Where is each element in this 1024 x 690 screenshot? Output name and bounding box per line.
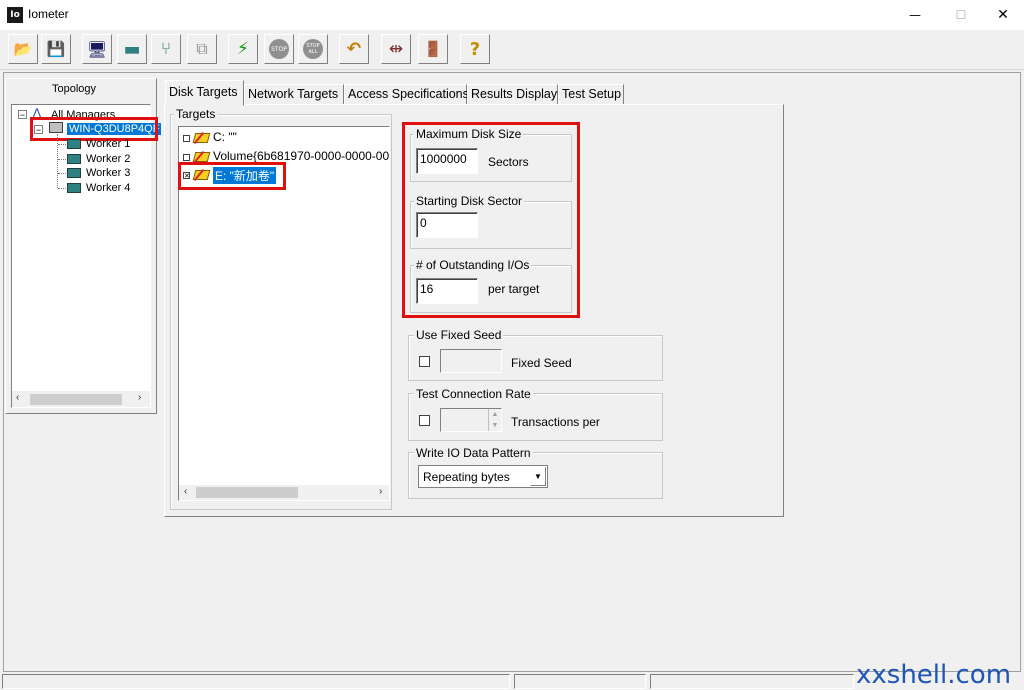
start-tests-button[interactable]: ⚡ [228,34,258,64]
stop-all-button[interactable]: STOP ALL [298,34,328,64]
tree-connector [58,158,66,160]
scroll-right-icon[interactable]: › [138,392,141,403]
tree-worker[interactable]: Worker 2 [86,153,130,165]
tree-worker[interactable]: Worker 4 [86,182,130,194]
stop-button[interactable]: STOP [264,34,294,64]
conn-rate-checkbox[interactable] [419,415,430,426]
tab-access-specifications[interactable]: Access Specifications [344,84,469,105]
fixed-seed-label: Fixed Seed [511,356,572,370]
tree-worker[interactable]: Worker 3 [86,167,130,179]
open-config-icon: 📂 [13,40,33,58]
reset-workers-button[interactable]: ↶ [339,34,369,64]
targets-label: Targets [174,107,218,121]
exit-button[interactable]: 🚪 [418,34,448,64]
scroll-right-icon[interactable]: › [379,486,382,497]
tree-connector [58,144,66,145]
status-pane-3 [650,674,854,689]
save-config-button[interactable]: 💾 [41,34,71,64]
worker-icon [67,153,81,164]
fixed-seed-input [440,349,502,373]
tab-results-display[interactable]: Results Display [467,84,558,105]
scroll-left-icon[interactable]: ‹ [16,392,19,403]
conn-rate-group-label: Test Connection Rate [414,387,533,401]
start-manager-button[interactable]: 🖥 [82,34,112,64]
duplicate-worker-button[interactable]: ⧉ [187,34,217,64]
highlight-box-settings [402,122,580,318]
fixed-seed-group-label: Use Fixed Seed [414,328,504,342]
transactions-per-label: Transactions per [511,415,600,429]
window-title: Iometer [28,7,69,21]
start-disk-worker-button[interactable]: ▬ [117,34,147,64]
scroll-thumb[interactable] [196,487,298,498]
tree-connector [58,173,66,174]
start-network-worker-button[interactable]: ⑂ [151,34,181,64]
stop-all-icon: STOP ALL [303,39,323,59]
watermark: xxshell.com [856,660,1012,690]
exit-icon: 🚪 [423,40,443,58]
save-config-icon: 💾 [46,40,66,58]
fixed-seed-checkbox[interactable] [419,356,430,367]
tab-disk-targets[interactable]: Disk Targets [165,80,244,106]
target-checkbox[interactable] [183,153,190,161]
status-pane-2 [514,674,646,689]
start-manager-icon: 🖥 [86,39,108,59]
maximize-button[interactable]: ☐ [938,0,984,30]
tab-network-targets[interactable]: Network Targets [244,84,344,105]
reset-workers-icon: ↶ [346,39,362,59]
dropdown-arrow-icon[interactable]: ▼ [530,467,546,486]
tree-worker[interactable]: Worker 1 [86,138,130,150]
tree-line [57,134,58,188]
about-button[interactable]: ? [460,34,490,64]
worker-icon [67,139,81,149]
write-io-selected: Repeating bytes [423,470,510,484]
close-button[interactable]: ✕ [980,0,1024,30]
tree-connector [58,187,66,189]
tab-test-setup[interactable]: Test Setup [558,84,624,105]
scroll-thumb[interactable] [30,394,122,405]
write-io-label: Write IO Data Pattern [414,446,533,460]
start-disk-worker-icon: ▬ [123,38,141,60]
disconnect-button[interactable]: ⇹ [381,34,411,64]
open-config-button[interactable]: 📂 [8,34,38,64]
disconnect-icon: ⇹ [388,39,404,59]
target-checkbox[interactable] [183,135,190,142]
worker-icon [67,168,81,178]
spinner-arrows-icon: ▲ ▼ [488,409,501,431]
start-network-worker-icon: ⑂ [160,39,172,59]
stop-icon: STOP [269,39,289,59]
highlight-box-target [178,162,286,190]
start-tests-icon: ⚡ [237,39,249,59]
minimize-button[interactable]: — [892,0,938,30]
topology-label: Topology [51,83,97,95]
scroll-left-icon[interactable]: ‹ [184,486,187,497]
status-pane-1 [2,674,510,689]
app-icon: Io [7,7,23,23]
target-item[interactable]: Volume{6b681970-0000-0000-00( [213,149,389,163]
target-item[interactable]: C: "" [213,130,237,144]
about-icon: ? [469,38,481,60]
title-bar [0,0,1024,30]
duplicate-worker-icon: ⧉ [196,39,208,58]
collapse-root-icon[interactable]: − [18,110,27,120]
worker-icon [67,182,81,193]
